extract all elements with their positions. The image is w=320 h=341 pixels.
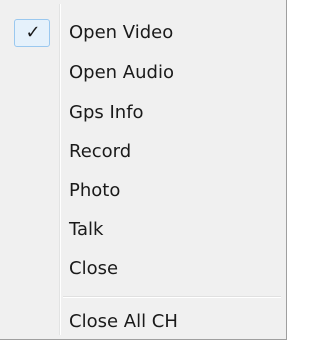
- menu-item-open-audio[interactable]: Open Audio: [3, 54, 283, 92]
- menu-item-label: Close All CH: [69, 311, 178, 332]
- menu-item-label: Photo: [69, 180, 121, 201]
- menu-item-label: Open Audio: [69, 62, 174, 83]
- menu-item-talk[interactable]: Talk: [3, 211, 283, 249]
- context-menu: ✓ Open Video Open Audio Gps Info Record …: [0, 0, 287, 340]
- menu-item-label: Open Video: [69, 22, 174, 43]
- menu-separator: [63, 296, 281, 298]
- menu-item-close[interactable]: Close: [3, 250, 283, 288]
- menu-item-label: Gps Info: [69, 102, 144, 123]
- menu-item-label: Talk: [69, 219, 104, 240]
- checkmark-icon: ✓: [25, 22, 41, 43]
- menu-item-open-video[interactable]: ✓ Open Video: [3, 14, 283, 52]
- menu-item-close-all-ch[interactable]: Close All CH: [3, 303, 283, 341]
- menu-item-record[interactable]: Record: [3, 133, 283, 171]
- menu-item-gps-info[interactable]: Gps Info: [3, 94, 283, 132]
- menu-item-photo[interactable]: Photo: [3, 172, 283, 210]
- checkmark-box: ✓: [14, 19, 50, 47]
- menu-item-label: Close: [69, 258, 119, 279]
- menu-item-label: Record: [69, 141, 132, 162]
